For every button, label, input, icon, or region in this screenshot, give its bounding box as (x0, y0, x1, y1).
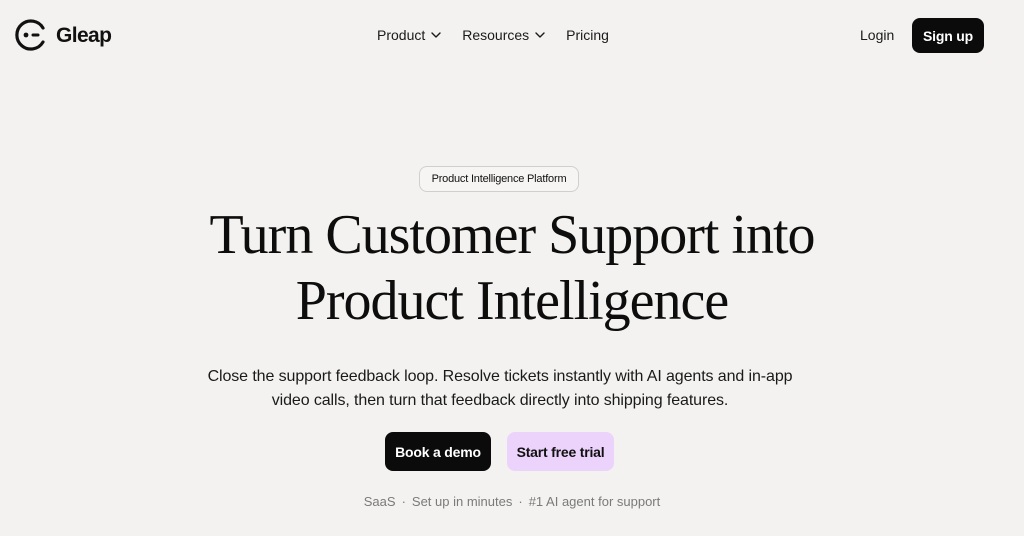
nav-resources-label: Resources (462, 27, 530, 43)
headline-line-1: Turn Customer Support into (209, 204, 815, 266)
brand-name: Gleap (56, 23, 112, 47)
meta-item-ai-agent: #1 AI agent for support (528, 494, 661, 509)
hero-headline: Turn Customer Support into Product Intel… (0, 202, 1024, 334)
meta-item-setup: Set up in minutes (411, 494, 513, 509)
headline-line-2: Product Intelligence (295, 270, 730, 332)
chevron-down-icon (431, 32, 441, 38)
login-link[interactable]: Login (860, 26, 894, 44)
nav-pricing-label: Pricing (566, 27, 609, 43)
gleap-logo-icon (14, 18, 48, 52)
brand-logo-link[interactable]: Gleap (14, 18, 112, 52)
main-menu: Product Resources Pricing (377, 26, 609, 44)
start-free-trial-button[interactable]: Start free trial (507, 432, 614, 471)
nav-product[interactable]: Product (377, 26, 441, 44)
nav-pricing[interactable]: Pricing (566, 26, 609, 44)
nav-resources[interactable]: Resources (462, 26, 545, 44)
signup-button[interactable]: Sign up (912, 18, 984, 53)
meta-item-saas: SaaS (363, 494, 396, 509)
platform-badge: Product Intelligence Platform (419, 166, 579, 192)
hero-subheadline: Close the support feedback loop. Resolve… (207, 368, 793, 409)
top-navigation: Gleap Product Resources Pricing Login Si… (0, 0, 1024, 70)
book-demo-button[interactable]: Book a demo (385, 432, 491, 471)
nav-product-label: Product (377, 27, 426, 43)
meta-separator: · (518, 494, 523, 509)
hero-meta-line: SaaS · Set up in minutes · #1 AI agent for s… (0, 493, 1024, 511)
cta-group: Book a demo Start free trial (0, 432, 1024, 472)
meta-separator: · (401, 494, 406, 509)
chevron-down-icon (535, 32, 545, 38)
